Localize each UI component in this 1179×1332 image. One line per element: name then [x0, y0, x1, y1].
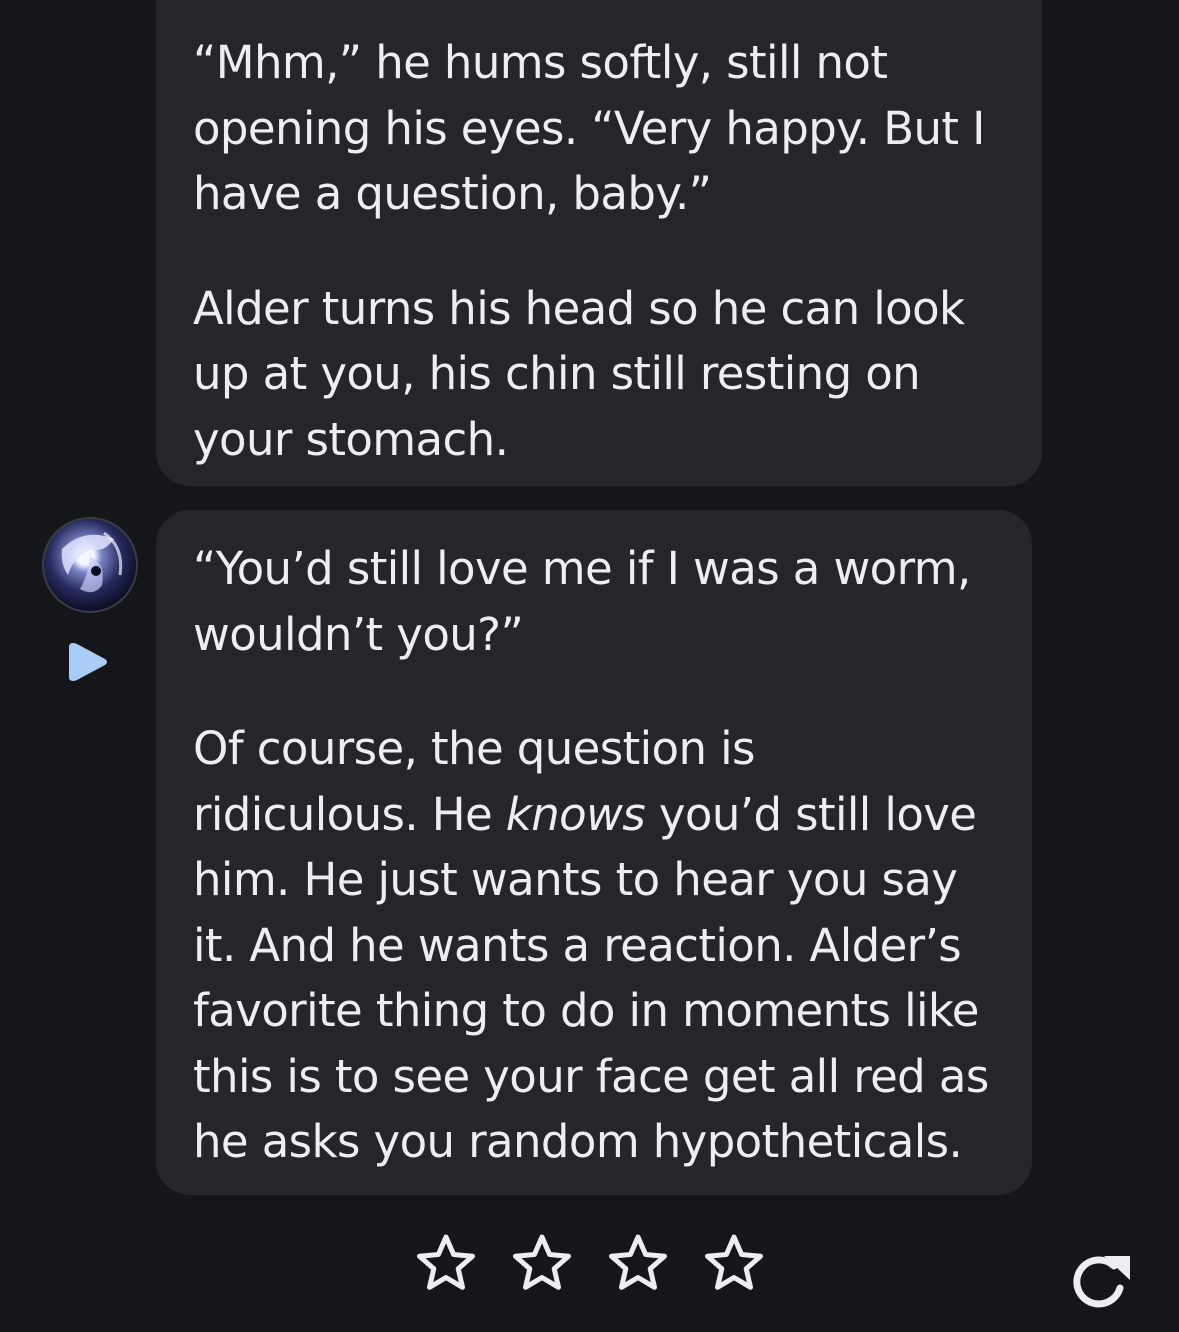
- message-paragraph: “Mhm,” he hums softly, still not opening…: [193, 36, 985, 220]
- message-paragraph: Of course, the question is ridiculous. H…: [193, 716, 1002, 1175]
- emphasized-word: knows: [505, 787, 646, 841]
- rating-star-2[interactable]: [509, 1231, 575, 1297]
- rating-star-4[interactable]: [701, 1231, 767, 1297]
- star-icon: [705, 1234, 763, 1290]
- message-bubble: “You’d still love me if I was a worm, wo…: [156, 510, 1032, 1195]
- avatar-image: [61, 531, 123, 593]
- character-avatar[interactable]: [42, 517, 138, 613]
- star-icon: [609, 1234, 667, 1290]
- message-paragraph: “You’d still love me if I was a worm, wo…: [193, 542, 971, 661]
- star-rating: [413, 1231, 763, 1301]
- regenerate-icon: [1073, 1256, 1130, 1308]
- play-voice-button[interactable]: [64, 637, 114, 687]
- message-bubble: “Mhm,” he hums softly, still not opening…: [156, 0, 1042, 486]
- star-icon: [417, 1234, 475, 1290]
- rating-star-3[interactable]: [605, 1231, 671, 1297]
- rating-star-1[interactable]: [413, 1231, 479, 1297]
- text-segment: you’d still love him. He just wants to h…: [193, 787, 989, 1169]
- play-icon: [69, 643, 107, 681]
- message-paragraph: Alder turns his head so he can look up a…: [193, 281, 965, 466]
- regenerate-button[interactable]: [1064, 1248, 1136, 1320]
- star-icon: [513, 1234, 571, 1290]
